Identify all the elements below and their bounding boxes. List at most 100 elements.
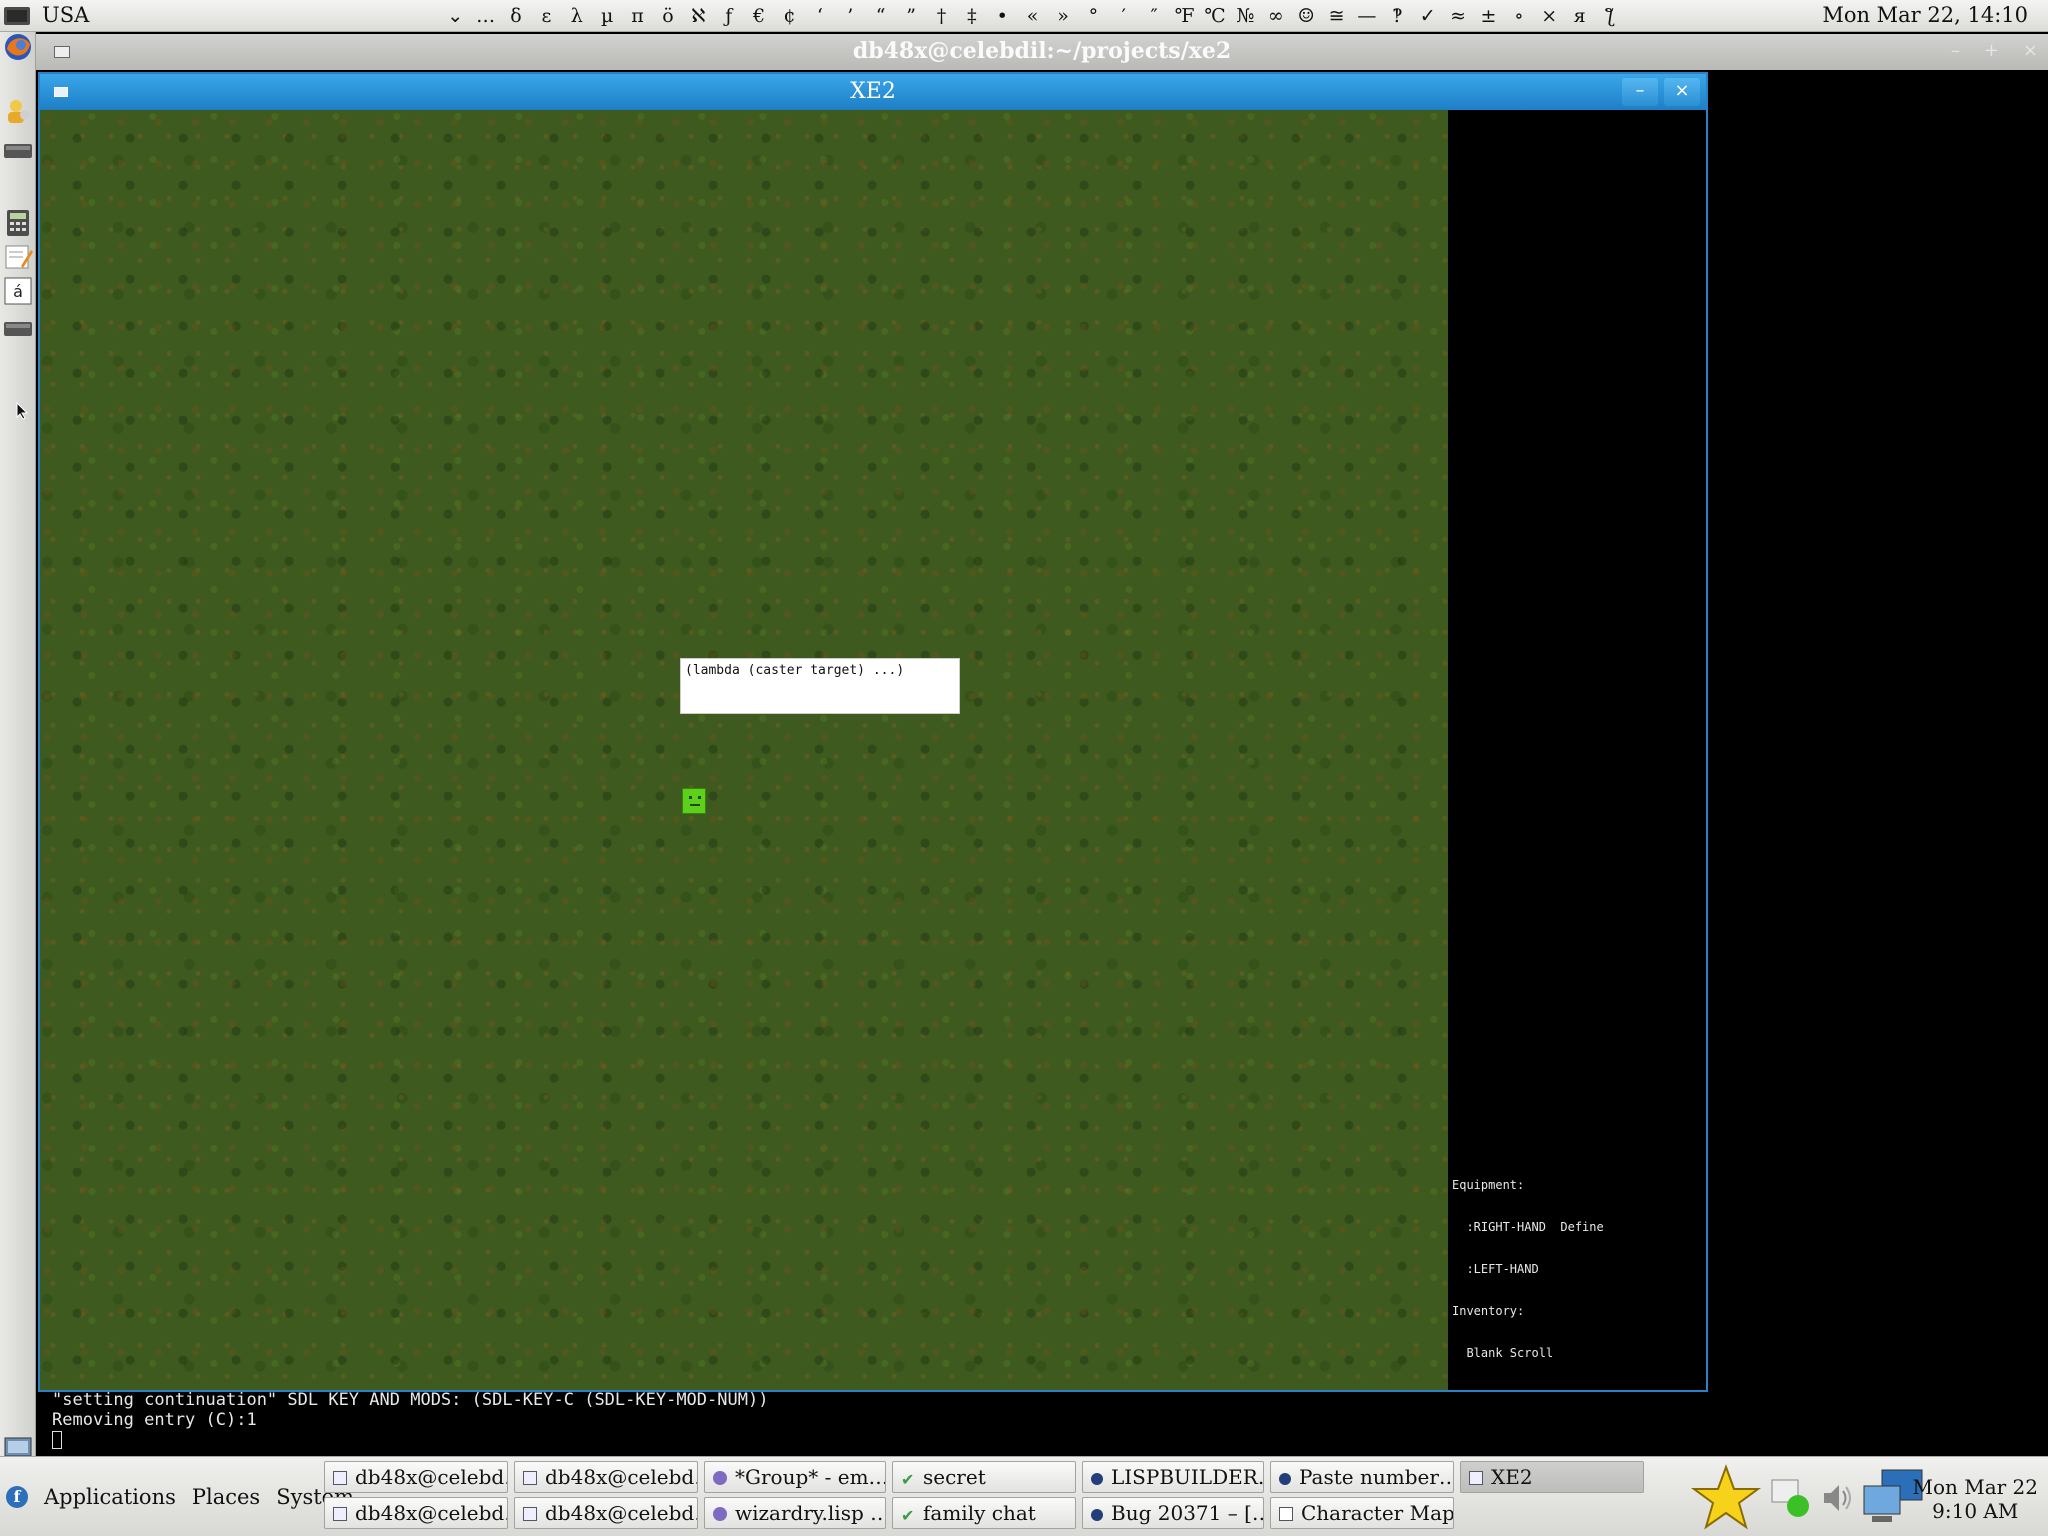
terminal-titlebar[interactable]: db48x@celebdil:~/projects/xe2 – + × [36,34,2048,70]
palette-char[interactable]: ƒ [714,3,744,29]
palette-char[interactable]: ′ [1109,3,1139,29]
terminal-minimize-button[interactable]: – [1951,40,1960,61]
main-menu-bar: f Applications Places System [6,1485,354,1509]
palette-char[interactable]: ℃ [1200,3,1230,29]
palette-char[interactable]: ℵ [683,3,713,29]
palette-char[interactable]: “ [865,3,895,29]
firefox-icon[interactable] [3,32,33,62]
palette-char[interactable]: ☺ [1291,3,1321,29]
palette-char[interactable]: … [470,3,500,29]
terminal-cursor-line [52,1430,2032,1450]
palette-char[interactable]: » [1048,3,1078,29]
taskbar-button[interactable]: Bug 20371 – [… [1082,1497,1264,1529]
taskbar-button[interactable]: *Group* - em… [704,1461,886,1493]
palette-char[interactable]: « [1017,3,1047,29]
player-mouth [690,804,700,806]
palette-char[interactable]: µ [592,3,622,29]
palette-char[interactable]: λ [562,3,592,29]
terminal-cursor [52,1431,62,1449]
top-clock[interactable]: Mon Mar 22, 14:10 [1822,3,2028,27]
palette-char[interactable]: я [1564,3,1594,29]
terminal-output[interactable]: "setting continuation" SDL KEY AND MODS:… [52,1390,2032,1454]
taskbar-button[interactable]: LISPBUILDER… [1082,1461,1264,1493]
taskbar-button-label: wizardry.lisp … [735,1501,886,1525]
taskbar-button[interactable]: db48x@celebd… [514,1461,698,1493]
player-eye [689,796,692,799]
palette-char[interactable]: ≈ [1443,3,1473,29]
keyboard-layout-label[interactable]: USA [42,3,89,27]
taskbar-button[interactable]: db48x@celebd… [324,1461,508,1493]
palette-char[interactable]: ‘ [805,3,835,29]
palette-char[interactable]: ’ [835,3,865,29]
palette-char[interactable]: † [926,3,956,29]
palette-char[interactable]: € [744,3,774,29]
terminal-close-button[interactable]: × [2023,40,2038,61]
terminal-line: "setting continuation" SDL KEY AND MODS:… [52,1390,769,1410]
drive-icon[interactable] [3,136,33,166]
spell-prompt-box[interactable]: (lambda (caster target) ...) [680,658,960,714]
menu-places[interactable]: Places [192,1485,260,1509]
browser-icon [1091,1509,1103,1521]
taskbar-button[interactable]: ✔ family chat [892,1497,1076,1529]
game-map[interactable]: (lambda (caster target) ...) [40,110,1448,1390]
sheriff-star-icon[interactable] [1688,1463,1764,1533]
player-icon [682,788,706,814]
taskbar-button-label: LISPBUILDER… [1111,1465,1264,1489]
bottom-clock[interactable]: Mon Mar 22 9:10 AM [1912,1475,2038,1523]
xe2-minimize-button[interactable]: – [1622,78,1658,106]
fedora-logo-icon[interactable]: f [6,1486,28,1508]
xe2-title: XE2 [850,79,896,104]
terminal-icon [333,1507,347,1521]
palette-char[interactable]: ∞ [1261,3,1291,29]
xe2-close-button[interactable]: × [1664,78,1700,106]
palette-char[interactable]: ¢ [774,3,804,29]
palette-char[interactable]: ö [653,3,683,29]
taskbar-button-label: db48x@celebd… [545,1501,698,1525]
terminal-maximize-button[interactable]: + [1984,40,1999,61]
palette-char[interactable]: ℉ [1169,3,1199,29]
taskbar-button[interactable]: Paste number… [1270,1461,1454,1493]
palette-char[interactable]: ∘ [1504,3,1534,29]
palette-char[interactable]: ″ [1139,3,1169,29]
palette-char[interactable]: ≅ [1321,3,1351,29]
taskbar-button[interactable]: db48x@celebd… [514,1497,698,1529]
top-panel: USA ⌄… δ ε λ µ π ö ℵ ƒ € ¢ ‘’ “” † ‡ • «» ° ′ ″ ℉ ℃ № ∞ ☺ ≅ — ‽ ✓ ≈ ± ∘… [0,0,2048,32]
calculator-icon[interactable] [3,208,33,238]
palette-char[interactable]: № [1230,3,1260,29]
palette-char[interactable]: ε [531,3,561,29]
terminal-window-controls: – + × [1951,40,2038,61]
palette-char[interactable]: π [622,3,652,29]
palette-char[interactable]: δ [501,3,531,29]
left-launcher: á [0,32,36,1457]
taskbar-button[interactable]: wizardry.lisp … [704,1497,886,1529]
user-chat-icon[interactable] [3,96,33,126]
palette-char[interactable]: ⌄ [440,3,470,29]
palette-char[interactable]: × [1534,3,1564,29]
volume-icon[interactable] [1820,1480,1856,1516]
status-icon[interactable] [1770,1476,1814,1520]
palette-char[interactable]: ƪ [1595,3,1625,29]
palette-char[interactable]: ° [1078,3,1108,29]
palette-char[interactable]: ✓ [1413,3,1443,29]
status-line: Blank Scroll [1452,1346,1554,1360]
terminal-icon [523,1507,537,1521]
palette-char[interactable]: ” [896,3,926,29]
taskbar-button[interactable]: XE2 [1460,1461,1644,1493]
text-editor-icon[interactable] [3,242,33,272]
taskbar-button-label: XE2 [1491,1465,1533,1489]
taskbar-button[interactable]: ✔ secret [892,1461,1076,1493]
palette-char[interactable]: ‽ [1382,3,1412,29]
palette-char[interactable]: ‡ [957,3,987,29]
drive-icon-2[interactable] [3,314,33,344]
palette-char[interactable]: — [1352,3,1382,29]
taskbar-button[interactable]: db48x@celebd… [324,1497,508,1529]
menu-applications[interactable]: Applications [44,1485,176,1509]
character-palette: ⌄… δ ε λ µ π ö ℵ ƒ € ¢ ‘’ “” † ‡ • «» ° ′ ″ ℉ ℃ № ∞ ☺ ≅ — ‽ ✓ ≈ ± ∘ × я ƪ [440,3,1625,29]
palette-char[interactable]: • [987,3,1017,29]
keyboard-layout-icon[interactable] [3,3,31,29]
taskbar-button[interactable]: Character Map [1270,1497,1454,1529]
bottom-clock-time: 9:10 AM [1932,1499,2019,1523]
palette-char[interactable]: ± [1473,3,1503,29]
character-map-icon[interactable]: á [3,276,33,306]
xe2-titlebar[interactable]: XE2 – × [40,74,1706,110]
